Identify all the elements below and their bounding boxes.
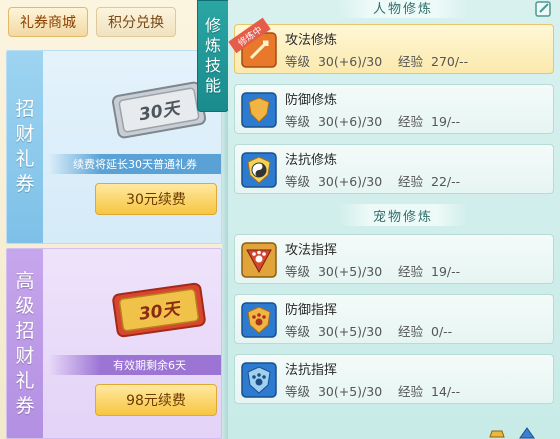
paw-shield-icon	[241, 302, 277, 338]
gift-card-premium: 高 级 招 财 礼 券 30天 有效期剩余6天 98元续费	[6, 248, 222, 439]
card-note: 有效期剩余6天	[49, 355, 221, 375]
card-title-char: 财	[15, 344, 35, 367]
renew-30-button[interactable]: 30元续费	[95, 183, 217, 215]
yin-yang-icon	[241, 152, 277, 188]
card-title-char: 券	[15, 394, 35, 417]
card-title-char: 招	[15, 98, 35, 120]
skill-info: 等级 30(+5)/30 经验 14/--	[285, 384, 461, 399]
shield-icon	[241, 92, 277, 128]
skill-row-resist-cultivation[interactable]: 法抗修炼 等级 30(+6)/30 经验 22/--	[234, 144, 554, 194]
skill-name: 攻法指挥	[285, 243, 338, 258]
paw-attack-icon	[241, 242, 277, 278]
skill-row-defense-cultivation[interactable]: 防御修炼 等级 30(+6)/30 经验 19/--	[234, 84, 554, 134]
gold-ingot-icon	[489, 430, 505, 438]
skill-row-attack-command[interactable]: 攻法指挥 等级 30(+5)/30 经验 19/--	[234, 234, 554, 284]
card-title-strip: 招 财 礼 券	[7, 51, 43, 243]
gold-ticket-icon: 30天	[112, 282, 206, 338]
skill-name: 攻法修炼	[285, 33, 338, 48]
skill-row-resist-command[interactable]: 法抗指挥 等级 30(+5)/30 经验 14/--	[234, 354, 554, 404]
skills-panel: 人物修炼 修炼中 攻法修炼 等级 30(+6)/30 经验 270/-- 防御修…	[228, 0, 560, 439]
card-title-char: 财	[15, 123, 35, 145]
card-title-char: 招	[15, 319, 35, 342]
skill-info: 等级 30(+6)/30 经验 22/--	[285, 174, 461, 189]
blue-gem-icon	[519, 427, 535, 439]
section-title-person: 人物修炼	[338, 0, 468, 18]
renew-98-button[interactable]: 98元续费	[95, 384, 217, 416]
skill-name: 防御修炼	[285, 93, 338, 108]
silver-ticket-icon: 30天	[111, 81, 207, 139]
section-title-pet: 宠物修炼	[338, 204, 468, 226]
skill-name: 法抗修炼	[285, 153, 338, 168]
tab-cultivation-skills[interactable]: 修 炼 技 能	[197, 0, 229, 112]
tab-points-exchange[interactable]: 积分兑换	[96, 7, 176, 37]
side-tab-char: 炼	[204, 36, 221, 55]
side-tab-char: 能	[204, 76, 221, 95]
card-title-strip: 高 级 招 财 礼 券	[7, 249, 43, 438]
card-note: 续费将延长30天普通礼券	[49, 154, 221, 174]
skill-info: 等级 30(+5)/30 经验 0/--	[285, 324, 453, 339]
side-tab-char: 技	[204, 56, 221, 75]
edit-icon[interactable]	[534, 0, 554, 18]
side-tab-char: 修	[204, 16, 221, 35]
shop-panel: 礼券商城 积分兑换 招 财 礼 券 30天 续费将延长30天普通礼券 30元续费…	[0, 0, 224, 439]
gift-card-normal: 招 财 礼 券 30天 续费将延长30天普通礼券 30元续费	[6, 50, 222, 244]
card-title-char: 高	[15, 269, 35, 292]
card-title-char: 礼	[15, 369, 35, 392]
paw-magic-icon	[241, 362, 277, 398]
skill-row-attack-cultivation[interactable]: 修炼中 攻法修炼 等级 30(+6)/30 经验 270/--	[228, 17, 554, 74]
skill-name: 防御指挥	[285, 303, 338, 318]
card-title-char: 礼	[15, 148, 35, 170]
card-title-char: 券	[15, 173, 35, 195]
skill-info: 等级 30(+6)/30 经验 270/--	[285, 54, 469, 69]
skill-name: 法抗指挥	[285, 363, 338, 378]
skill-info: 等级 30(+6)/30 经验 19/--	[285, 114, 461, 129]
card-title-char: 级	[15, 294, 35, 317]
skill-row-defense-command[interactable]: 防御指挥 等级 30(+5)/30 经验 0/--	[234, 294, 554, 344]
tab-gift-mall[interactable]: 礼券商城	[8, 7, 88, 37]
skill-info: 等级 30(+5)/30 经验 19/--	[285, 264, 461, 279]
